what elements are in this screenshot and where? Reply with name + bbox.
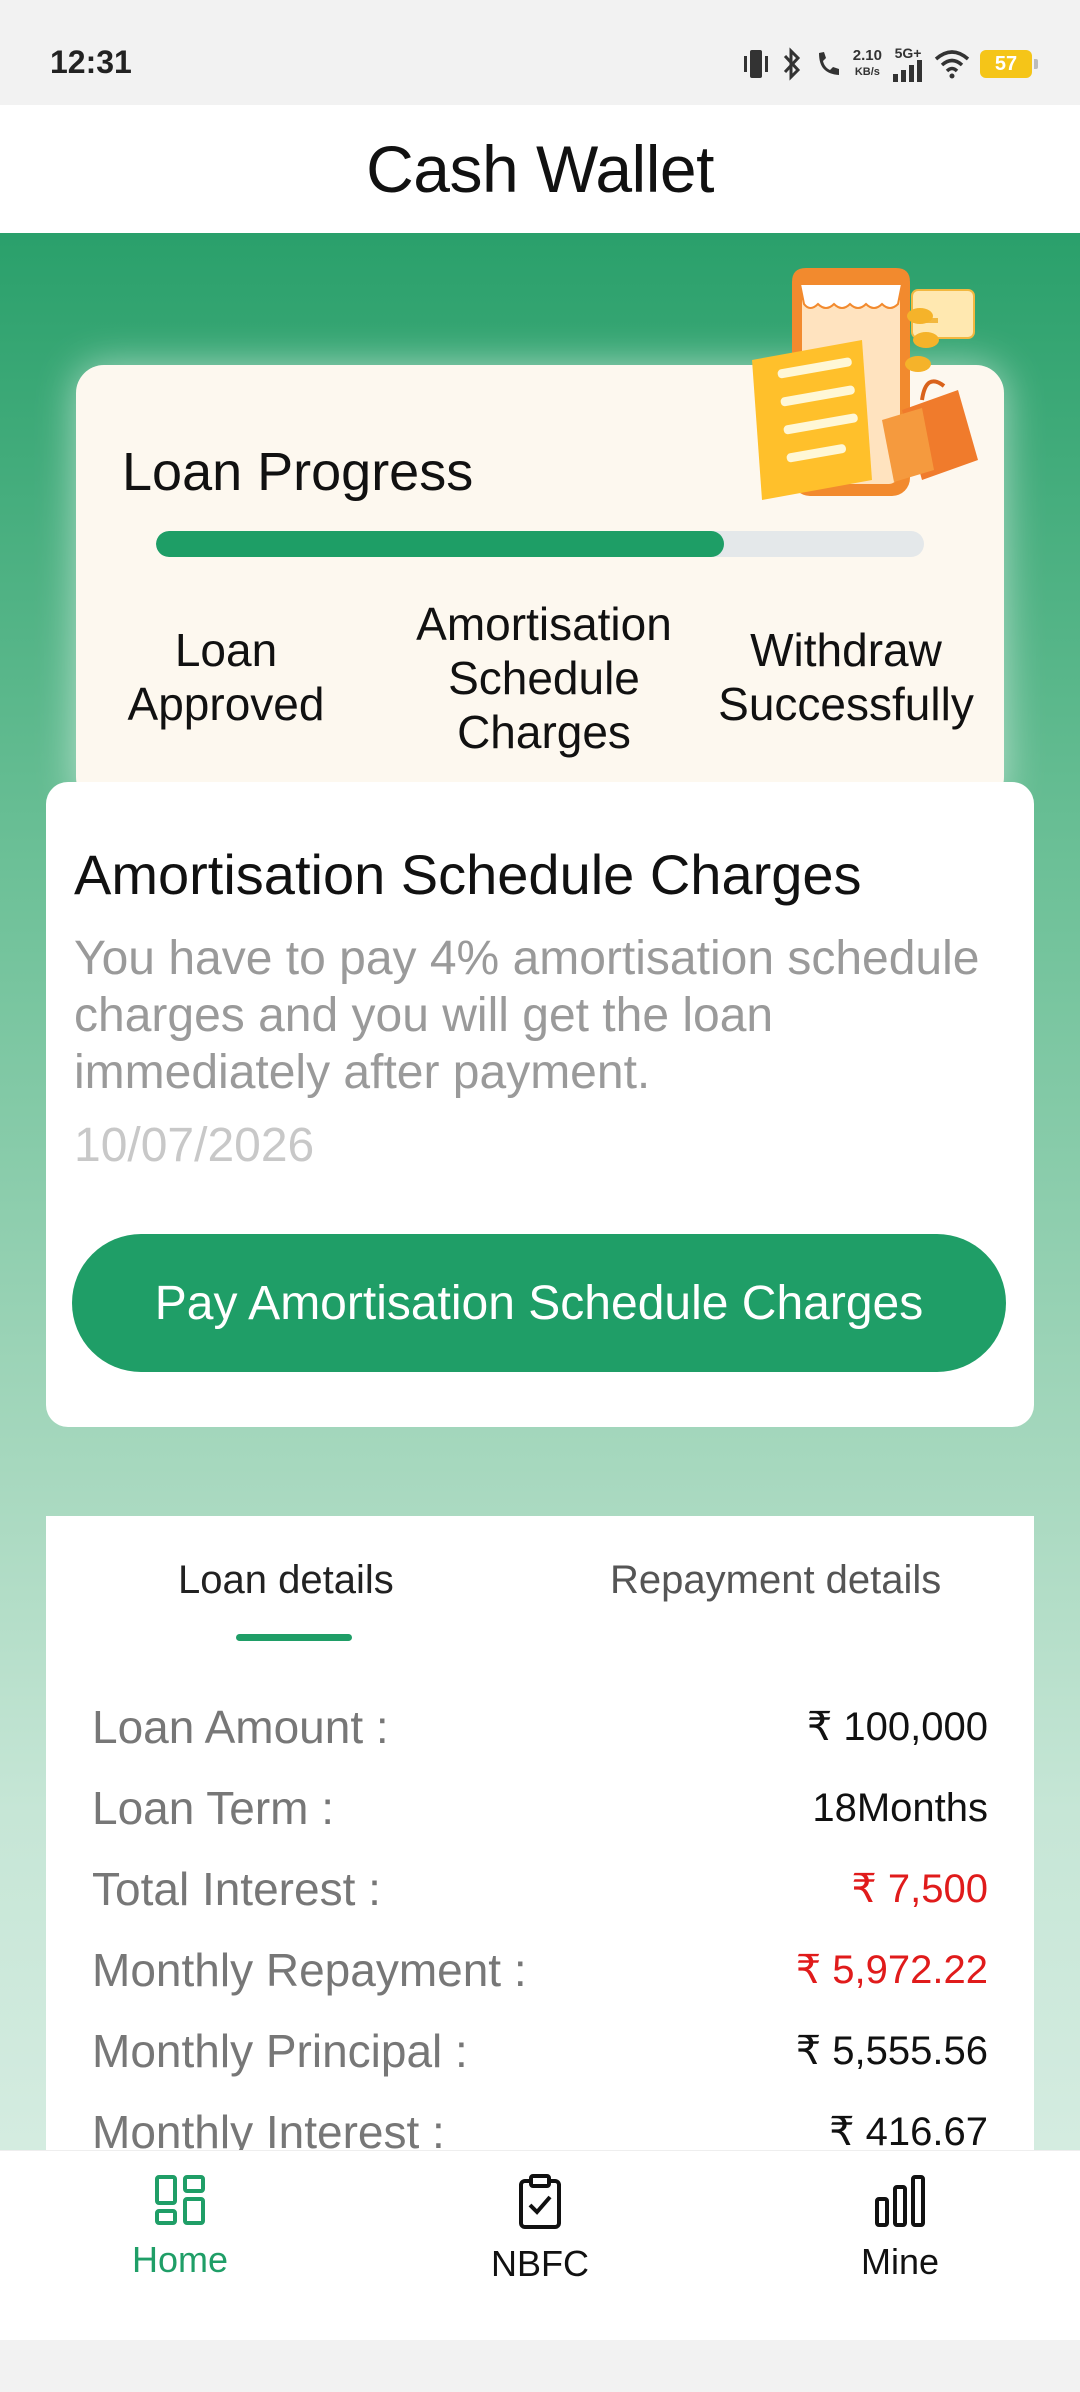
battery-icon: 57 bbox=[980, 50, 1038, 78]
loan-progress-title: Loan Progress bbox=[122, 442, 474, 502]
detail-value: ₹ 416.67 bbox=[829, 2110, 988, 2154]
nav-nbfc[interactable]: NBFC bbox=[390, 2151, 690, 2341]
net-speed-value: 2.10 bbox=[852, 47, 882, 64]
pay-charges-button[interactable]: Pay Amortisation Schedule Charges bbox=[72, 1234, 1006, 1372]
phone-wifi-call-icon bbox=[813, 47, 843, 81]
cellular-signal-icon: 5G+ bbox=[892, 46, 924, 82]
nav-home-label: Home bbox=[131, 2239, 229, 2280]
charges-title: Amortisation Schedule Charges bbox=[74, 843, 862, 906]
wifi-icon bbox=[934, 49, 970, 79]
grid-icon bbox=[153, 2173, 207, 2227]
clipboard-check-icon bbox=[513, 2173, 567, 2231]
loan-details-card: Loan details Repayment details Loan Amou… bbox=[46, 1516, 1034, 2216]
detail-value: ₹ 100,000 bbox=[806, 1705, 988, 1749]
nav-nbfc-label: NBFC bbox=[491, 2243, 589, 2284]
tab-repayment-details[interactable]: Repayment details bbox=[610, 1558, 941, 1603]
detail-value: ₹ 7,500 bbox=[851, 1867, 988, 1911]
loan-progress-fill bbox=[156, 531, 725, 557]
detail-label: Monthly Principal : bbox=[92, 2025, 468, 2077]
bar-chart-icon bbox=[873, 2173, 927, 2229]
detail-value: ₹ 5,555.56 bbox=[795, 2029, 988, 2073]
title-bar: Cash Wallet bbox=[0, 105, 1080, 233]
loan-progress-bar bbox=[156, 531, 924, 557]
charges-date: 10/07/2026 bbox=[74, 1119, 315, 1172]
detail-row-total-interest: Total Interest : ₹ 7,500 bbox=[92, 1859, 988, 1919]
detail-label: Loan Term : bbox=[92, 1782, 335, 1834]
status-icons: 2.10 KB/s 5G+ 57 bbox=[741, 44, 1038, 84]
step-withdraw-successfully: Withdraw Successfully bbox=[718, 624, 974, 730]
bottom-nav: Home NBFC Mine bbox=[0, 2150, 1080, 2340]
net-speed: 2.10 KB/s bbox=[853, 48, 882, 80]
status-bar: 12:31 2.10 KB/s 5G+ 57 bbox=[0, 0, 1080, 105]
detail-label: Monthly Repayment : bbox=[92, 1944, 527, 1996]
detail-row-loan-amount: Loan Amount : ₹ 100,000 bbox=[92, 1697, 988, 1757]
detail-value: ₹ 5,972.22 bbox=[795, 1948, 988, 1992]
vibrate-icon bbox=[741, 47, 771, 81]
step-loan-approved: Loan Approved bbox=[127, 624, 325, 730]
tab-loan-details[interactable]: Loan details bbox=[178, 1558, 394, 1603]
nav-mine[interactable]: Mine bbox=[750, 2151, 1050, 2341]
bluetooth-icon bbox=[781, 47, 803, 81]
charges-description: You have to pay 4% amortisation schedule… bbox=[74, 932, 980, 1099]
detail-label: Loan Amount : bbox=[92, 1701, 389, 1753]
detail-label: Total Interest : bbox=[92, 1863, 381, 1915]
network-type: 5G+ bbox=[894, 45, 922, 61]
amortisation-charges-card: Amortisation Schedule Charges You have t… bbox=[46, 782, 1034, 1427]
net-speed-unit: KB/s bbox=[854, 66, 880, 78]
shopping-phone-illustration bbox=[722, 260, 992, 510]
step-amortisation-charges: Amortisation Schedule Charges bbox=[416, 598, 672, 758]
active-tab-indicator bbox=[236, 1634, 352, 1641]
detail-row-monthly-principal: Monthly Principal : ₹ 5,555.56 bbox=[92, 2021, 988, 2081]
page-title: Cash Wallet bbox=[366, 132, 714, 206]
nav-home[interactable]: Home bbox=[30, 2151, 330, 2341]
detail-row-loan-term: Loan Term : 18Months bbox=[92, 1778, 988, 1838]
nav-mine-label: Mine bbox=[860, 2241, 940, 2282]
status-time: 12:31 bbox=[50, 44, 132, 80]
detail-value: 18Months bbox=[812, 1785, 988, 1830]
detail-row-monthly-repayment: Monthly Repayment : ₹ 5,972.22 bbox=[92, 1940, 988, 2000]
gesture-area bbox=[0, 2340, 1080, 2392]
